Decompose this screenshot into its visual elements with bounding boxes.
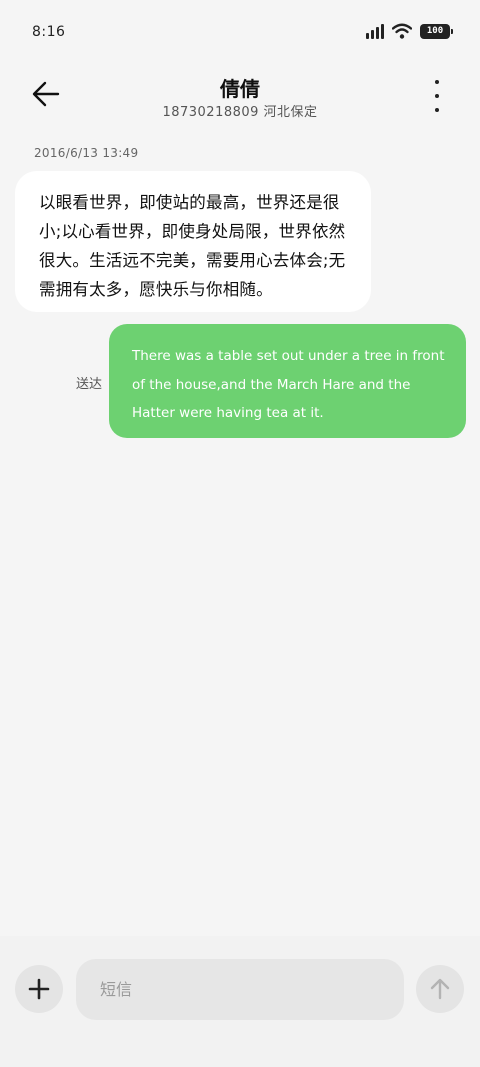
status-icons: 100: [366, 23, 453, 39]
battery-icon: 100: [420, 23, 453, 39]
more-options-button[interactable]: [430, 80, 444, 112]
more-vertical-icon: [435, 80, 439, 84]
outgoing-message-text: There was a table set out under a tree i…: [132, 348, 445, 421]
incoming-message-bubble[interactable]: 以眼看世界，即使站的最高，世界还是很小;以心看世界，即使身处局限，世界依然很大。…: [15, 171, 371, 312]
status-bar: 8:16 100: [0, 0, 480, 64]
status-time: 8:16: [32, 24, 66, 40]
delivery-status: 送达: [76, 377, 103, 392]
plus-icon: [28, 978, 50, 1000]
incoming-message-text: 以眼看世界，即使站的最高，世界还是很小;以心看世界，即使身处局限，世界依然很大。…: [39, 193, 346, 299]
outgoing-message-bubble[interactable]: There was a table set out under a tree i…: [109, 324, 466, 438]
wifi-icon: [392, 23, 412, 39]
message-timestamp: 2016/6/13 13:49: [34, 146, 139, 160]
contact-name: 倩倩: [220, 77, 260, 101]
sms-conversation-screen: 8:16 100 倩倩 18730218809 河北保定 2016/6/13 1…: [0, 0, 480, 1067]
signal-icon: [366, 23, 384, 39]
conversation-header: 倩倩 18730218809 河北保定: [0, 64, 480, 128]
add-attachment-button[interactable]: [15, 965, 63, 1013]
message-composer: [0, 936, 480, 1067]
send-arrow-icon: [430, 978, 450, 1000]
send-button[interactable]: [416, 965, 464, 1013]
contact-number-location: 18730218809 河北保定: [162, 105, 318, 120]
message-input[interactable]: [76, 959, 404, 1020]
